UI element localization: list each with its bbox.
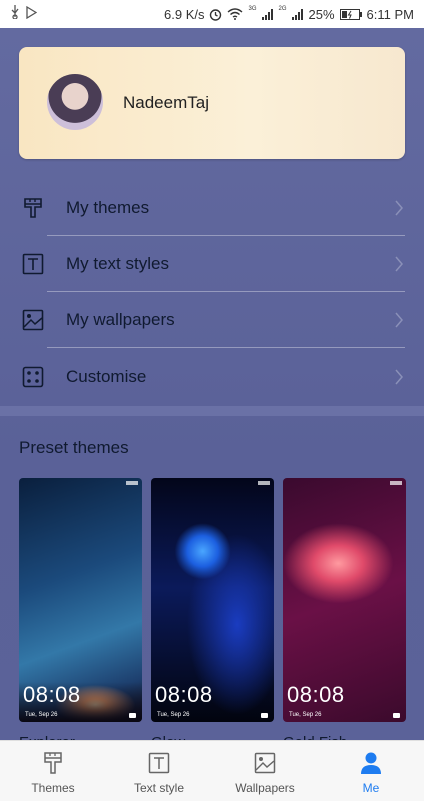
theme-card-gold-fish[interactable]: 08:08 Tue, Sep 26 bbox=[283, 478, 406, 722]
section-separator bbox=[0, 406, 424, 416]
bottom-tab-bar: Themes Text style Wallpapers Me bbox=[0, 740, 424, 801]
status-bar: 6.9 K/s 3G 2G 25% 6:11 PM bbox=[0, 0, 424, 28]
tab-label: Me bbox=[362, 781, 380, 795]
wallpaper-icon bbox=[254, 752, 276, 774]
customise-icon bbox=[22, 366, 44, 388]
tab-text-style[interactable]: Text style bbox=[106, 741, 212, 801]
menu-label: My themes bbox=[66, 198, 150, 217]
usb-icon bbox=[11, 5, 19, 19]
profile-card[interactable]: NadeemTaj bbox=[19, 47, 405, 159]
lock-time: 08:08 bbox=[23, 682, 81, 707]
tab-themes[interactable]: Themes bbox=[0, 741, 106, 801]
menu-item-my-wallpapers[interactable]: My wallpapers bbox=[0, 292, 424, 348]
signal-indicator bbox=[390, 481, 402, 485]
chevron-right-icon bbox=[395, 200, 403, 216]
battery-icon bbox=[339, 8, 362, 20]
network-speed: 6.9 K/s bbox=[164, 6, 205, 22]
person-icon bbox=[361, 752, 381, 774]
menu-label: Customise bbox=[66, 367, 147, 386]
signal-2-label: 2G bbox=[278, 6, 287, 12]
brush-icon bbox=[44, 752, 62, 774]
username: NadeemTaj bbox=[123, 93, 209, 112]
chevron-right-icon bbox=[395, 312, 403, 328]
alarm-icon bbox=[210, 8, 222, 21]
signal-1-icon bbox=[261, 8, 273, 20]
wifi-icon bbox=[228, 8, 243, 20]
tab-wallpapers[interactable]: Wallpapers bbox=[212, 741, 318, 801]
lock-date: Tue, Sep 26 bbox=[289, 712, 322, 718]
preset-themes-heading: Preset themes bbox=[19, 438, 129, 457]
lock-date: Tue, Sep 26 bbox=[157, 712, 190, 718]
text-style-icon bbox=[22, 253, 44, 275]
signal-indicator bbox=[126, 481, 138, 485]
tab-label: Themes bbox=[31, 781, 75, 795]
brush-icon bbox=[24, 198, 42, 218]
wallpaper-icon bbox=[22, 309, 44, 331]
theme-card-glow[interactable]: 08:08 Tue, Sep 26 bbox=[151, 478, 274, 722]
menu-label: My wallpapers bbox=[66, 310, 175, 329]
menu-item-my-text-styles[interactable]: My text styles bbox=[0, 236, 424, 292]
camera-icon bbox=[129, 713, 136, 718]
text-style-icon bbox=[148, 752, 170, 774]
menu-label: My text styles bbox=[66, 254, 169, 273]
camera-icon bbox=[261, 713, 268, 718]
lock-time: 08:08 bbox=[287, 682, 345, 707]
divider bbox=[47, 347, 405, 348]
battery-percent: 25% bbox=[308, 6, 335, 22]
me-page: NadeemTaj My themes My text styles My wa… bbox=[0, 28, 424, 751]
lock-date: Tue, Sep 26 bbox=[25, 712, 58, 718]
tab-label: Wallpapers bbox=[235, 781, 295, 795]
clock: 6:11 PM bbox=[366, 6, 414, 22]
tab-label: Text style bbox=[133, 781, 184, 795]
menu-item-my-themes[interactable]: My themes bbox=[0, 180, 424, 236]
avatar[interactable] bbox=[47, 74, 103, 130]
play-store-icon bbox=[26, 5, 37, 19]
signal-2-icon bbox=[291, 8, 303, 20]
signal-indicator bbox=[258, 481, 270, 485]
chevron-right-icon bbox=[395, 369, 403, 385]
chevron-right-icon bbox=[395, 256, 403, 272]
theme-card-explorer[interactable]: 08:08 Tue, Sep 26 bbox=[19, 478, 142, 722]
tab-me[interactable]: Me bbox=[318, 741, 424, 801]
camera-icon bbox=[393, 713, 400, 718]
menu-item-customise[interactable]: Customise bbox=[0, 349, 424, 405]
signal-1-label: 3G bbox=[248, 6, 257, 12]
lock-time: 08:08 bbox=[155, 682, 213, 707]
